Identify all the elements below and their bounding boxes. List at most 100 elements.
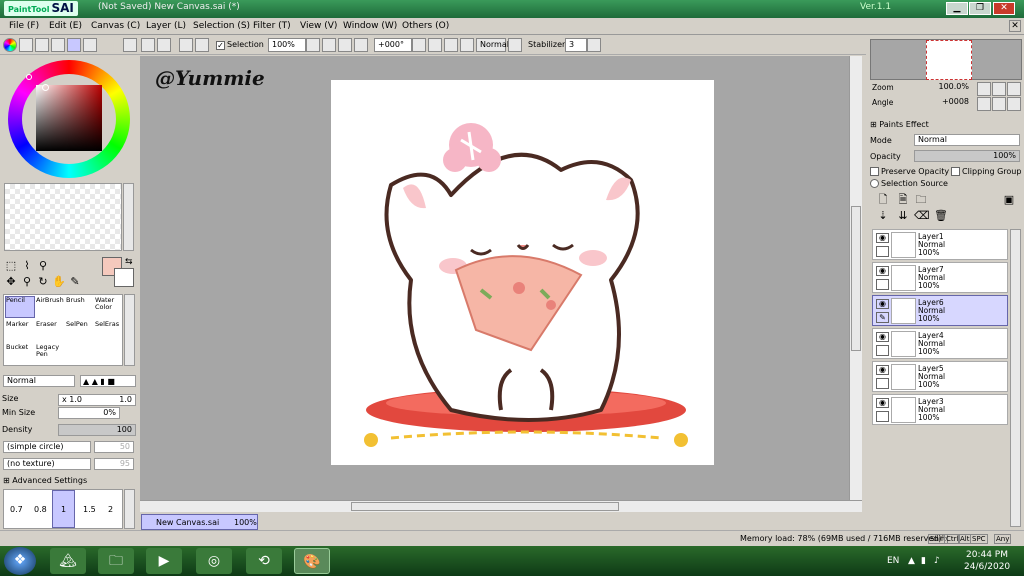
horizontal-scroll-thumb[interactable]	[351, 502, 619, 511]
color-sliders-icon[interactable]	[19, 38, 33, 52]
undo-icon[interactable]	[141, 38, 155, 52]
hsv-sliders-icon[interactable]	[35, 38, 49, 52]
tool-watercolor[interactable]: Water Color	[94, 296, 124, 318]
size-preset[interactable]: 1.5	[83, 505, 96, 514]
zoom-reset-icon[interactable]	[354, 38, 368, 52]
canvas-paper[interactable]	[331, 80, 714, 465]
invert-selection-icon[interactable]	[195, 38, 209, 52]
selection-source-checkbox[interactable]	[870, 179, 879, 188]
document-tab[interactable]: New Canvas.sai 100%	[141, 514, 258, 530]
new-layer-icon[interactable]: 🗋	[876, 194, 890, 206]
tool-airbrush[interactable]: AirBrush	[35, 296, 65, 318]
restore-button[interactable]: ❐	[969, 2, 991, 15]
presets-scrollbar[interactable]	[124, 489, 135, 529]
volume-icon[interactable]: ♪	[934, 556, 940, 566]
rotation-field[interactable]: +000°	[374, 38, 412, 52]
clipping-group-checkbox[interactable]	[951, 167, 960, 176]
painttool-sai-icon[interactable]: 🎨	[294, 548, 330, 574]
menu-selection[interactable]: Selection (S)	[193, 21, 250, 31]
chrome-icon[interactable]: ◎	[196, 548, 232, 574]
rotate-right-icon[interactable]	[444, 38, 458, 52]
selection-checkbox[interactable]: ✓	[216, 41, 225, 50]
visibility-eye-icon[interactable]: ◉	[876, 299, 889, 309]
stabilizer-dropdown-icon[interactable]	[587, 38, 601, 52]
magic-wand-icon[interactable]: ⚲	[36, 260, 50, 272]
nav-angle-value[interactable]: +0008	[920, 97, 972, 109]
delete-layer-icon[interactable]: 🗑	[934, 210, 948, 222]
layer-lock-box[interactable]	[876, 378, 889, 389]
redo-icon[interactable]	[157, 38, 171, 52]
canvas-horizontal-scrollbar[interactable]	[140, 500, 862, 512]
layer-opacity-field[interactable]: 100%	[914, 150, 1020, 162]
tool-eraser[interactable]: Eraser	[35, 320, 65, 342]
swatches-icon[interactable]	[67, 38, 81, 52]
layer-row-selected[interactable]: ◉ ✎ Layer6 Normal 100%	[872, 295, 1008, 326]
close-button[interactable]: ✕	[993, 2, 1015, 15]
new-folder-icon[interactable]: 🗀	[914, 194, 928, 206]
rotation-dropdown-icon[interactable]	[412, 38, 426, 52]
saturation-value-square[interactable]	[36, 85, 102, 151]
stabilizer-field[interactable]: 3	[565, 38, 587, 52]
paints-effect-header[interactable]: ⊞ Paints Effect	[870, 120, 929, 129]
swap-colors-icon[interactable]: ⇆	[125, 257, 133, 267]
scratch-scrollbar[interactable]	[123, 183, 134, 251]
transfer-down-icon[interactable]: ⇣	[876, 210, 890, 222]
nav-zoom-out-icon[interactable]	[977, 82, 991, 96]
media-player-icon[interactable]: ▶	[146, 548, 182, 574]
tray-up-icon[interactable]: ▲	[908, 556, 915, 566]
size-field[interactable]: x 1.0 1.0	[58, 394, 136, 406]
taskbar-app-icon[interactable]: 🏔	[50, 548, 86, 574]
clear-layer-icon[interactable]: ⌫	[914, 210, 930, 222]
rotate-reset-icon[interactable]	[460, 38, 474, 52]
layer-lock-box[interactable]	[876, 279, 889, 290]
zoom-dropdown-icon[interactable]	[306, 38, 320, 52]
nav-zoom-in-icon[interactable]	[992, 82, 1006, 96]
nav-rotate-right-icon[interactable]	[992, 97, 1006, 111]
layer-lock-box[interactable]	[876, 345, 889, 356]
color-wheel-icon[interactable]	[3, 38, 17, 52]
nav-rotate-reset-icon[interactable]	[1007, 97, 1021, 111]
tool-brush[interactable]: Brush	[65, 296, 95, 318]
layer-lock-box[interactable]	[876, 246, 889, 257]
vertical-scroll-thumb[interactable]	[851, 206, 861, 351]
collapse-icon[interactable]	[123, 38, 137, 52]
deselect-icon[interactable]	[179, 38, 193, 52]
tool-seleras[interactable]: SelEras	[94, 320, 124, 342]
blend-mode-field[interactable]: Normal	[476, 38, 509, 52]
new-linework-layer-icon[interactable]: 🗎	[896, 194, 910, 206]
rotate-left-icon[interactable]	[428, 38, 442, 52]
navigator-preview[interactable]	[870, 39, 1022, 80]
visibility-eye-icon[interactable]: ◉	[876, 266, 889, 276]
layer-row[interactable]: ◉ Layer1 Normal 100%	[872, 229, 1008, 260]
mixer-icon[interactable]	[51, 38, 65, 52]
preserve-opacity-checkbox[interactable]	[870, 167, 879, 176]
menu-close-icon[interactable]: ✕	[1009, 20, 1021, 32]
advanced-settings[interactable]: ⊞ Advanced Settings	[3, 476, 87, 485]
language-indicator[interactable]: EN	[887, 556, 899, 566]
layer-row[interactable]: ◉ Layer4 Normal 100%	[872, 328, 1008, 359]
size-preset[interactable]: 0.8	[34, 505, 47, 514]
background-color[interactable]	[114, 268, 134, 287]
menu-file[interactable]: File (F)	[9, 21, 39, 31]
brush-shape-select[interactable]: (simple circle)	[3, 441, 91, 453]
zoom-icon[interactable]: ⚲	[20, 276, 34, 288]
menu-filter[interactable]: Filter (T)	[253, 21, 291, 31]
menu-layer[interactable]: Layer (L)	[146, 21, 186, 31]
move-icon[interactable]: ✥	[4, 276, 18, 288]
layer-row[interactable]: ◉ Layer5 Normal 100%	[872, 361, 1008, 392]
menu-window[interactable]: Window (W)	[343, 21, 397, 31]
size-preset[interactable]: 1	[61, 505, 66, 514]
network-icon[interactable]: ▮	[921, 556, 926, 566]
layer-mode-select[interactable]: Normal	[914, 134, 1020, 146]
taskbar-app-icon-2[interactable]: ⟲	[246, 548, 282, 574]
tool-selpen[interactable]: SelPen	[65, 320, 95, 342]
visibility-eye-icon[interactable]: ◉	[876, 365, 889, 375]
scratch-pad[interactable]	[4, 183, 122, 251]
menu-view[interactable]: View (V)	[300, 21, 337, 31]
visibility-eye-icon[interactable]: ◉	[876, 398, 889, 408]
zoom-in-icon[interactable]	[338, 38, 352, 52]
density-field[interactable]: 100	[58, 424, 136, 436]
visibility-eye-icon[interactable]: ◉	[876, 233, 889, 243]
menu-others[interactable]: Others (O)	[402, 21, 449, 31]
texture-select[interactable]: (no texture)	[3, 458, 91, 470]
